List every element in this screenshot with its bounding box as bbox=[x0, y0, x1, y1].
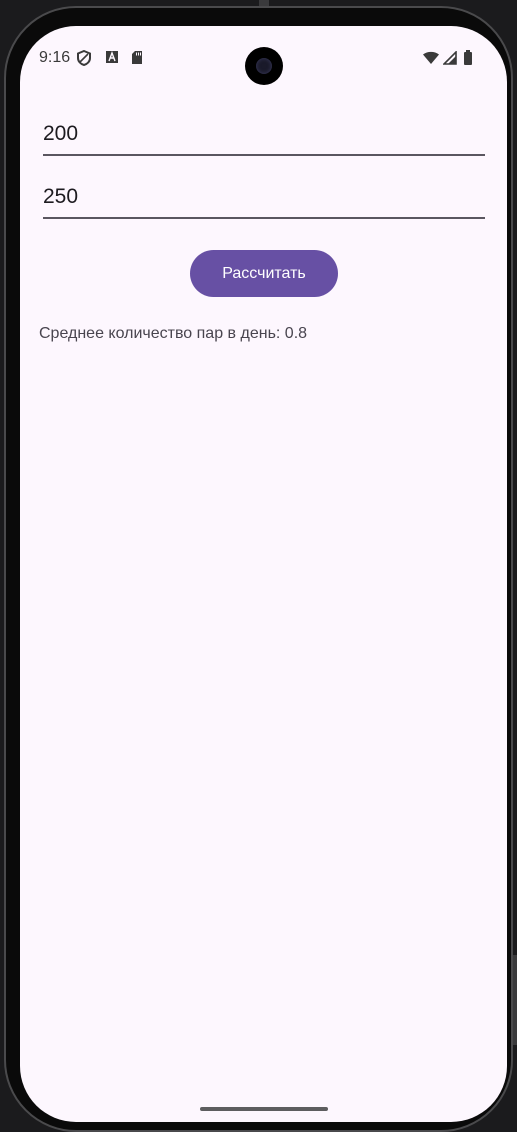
first-number-input[interactable] bbox=[43, 114, 485, 154]
sd-card-icon bbox=[131, 50, 143, 70]
phone-device: 9:16 200 250 Рассчитать Среднее количест… bbox=[0, 0, 517, 1132]
camera-lens bbox=[256, 58, 272, 74]
second-number-input[interactable] bbox=[43, 177, 485, 217]
status-time: 9:16 bbox=[39, 49, 71, 66]
battery-icon bbox=[463, 50, 473, 71]
shield-icon bbox=[77, 49, 91, 71]
cell-signal-icon bbox=[442, 50, 457, 70]
first-number-field[interactable] bbox=[43, 110, 485, 156]
front-camera bbox=[245, 47, 283, 85]
gesture-nav-handle[interactable] bbox=[200, 1107, 328, 1111]
app-screen: 9:16 200 250 Рассчитать Среднее количест… bbox=[20, 26, 507, 1122]
font-a-icon bbox=[105, 50, 119, 69]
wifi-icon bbox=[422, 51, 440, 70]
calculate-button[interactable]: Рассчитать bbox=[190, 250, 338, 297]
status-bar: 9:16 bbox=[20, 26, 507, 90]
result-text: Среднее количество пар в день: 0.8 bbox=[39, 325, 308, 342]
second-number-field[interactable] bbox=[43, 173, 485, 219]
